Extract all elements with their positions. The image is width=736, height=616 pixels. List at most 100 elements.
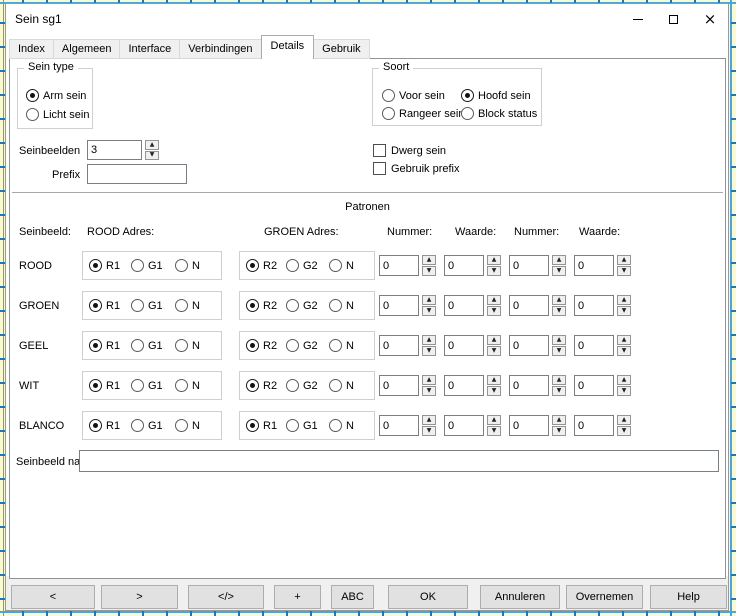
radio-groen-rood-n[interactable]: N (175, 299, 200, 312)
radio-blanco-rood-r1[interactable]: R1 (89, 419, 120, 432)
spinner-blanco-3-input[interactable] (574, 415, 614, 436)
spinner-up-icon[interactable]: ▲ (422, 255, 436, 265)
spinner-up-icon[interactable]: ▲ (552, 375, 566, 385)
next-button[interactable]: > (101, 585, 178, 609)
radio-geel-groen-r2[interactable]: R2 (246, 339, 277, 352)
spinner-blanco-2-input[interactable] (509, 415, 549, 436)
abc-button[interactable]: ABC (331, 585, 374, 609)
spinner-down-icon[interactable]: ▼ (552, 346, 566, 356)
radio-rood-groen-n[interactable]: N (329, 259, 354, 272)
spinner-down-icon[interactable]: ▼ (422, 426, 436, 436)
checkbox-dwerg-sein[interactable]: Dwerg sein (373, 144, 446, 157)
radio-blanco-rood-n[interactable]: N (175, 419, 200, 432)
tab-interface[interactable]: Interface (119, 39, 180, 59)
overnemen-button[interactable]: Overnemen (566, 585, 643, 609)
spinner-geel-0-input[interactable] (379, 335, 419, 356)
spinner-blanco-0-input[interactable] (379, 415, 419, 436)
spinner-down-icon[interactable]: ▼ (617, 266, 631, 276)
spinner-down-icon[interactable]: ▼ (552, 306, 566, 316)
tab-gebruik[interactable]: Gebruik (313, 39, 370, 59)
tab-algemeen[interactable]: Algemeen (53, 39, 121, 59)
radio-rood-groen-r2[interactable]: R2 (246, 259, 277, 272)
spinner-groen-3-input[interactable] (574, 295, 614, 316)
spinner-up-icon[interactable]: ▲ (617, 255, 631, 265)
spinner-down-icon[interactable]: ▼ (487, 346, 501, 356)
spinner-down-icon[interactable]: ▼ (422, 346, 436, 356)
spinner-down-icon[interactable]: ▼ (145, 151, 159, 161)
tab-verbindingen[interactable]: Verbindingen (179, 39, 261, 59)
spinner-up-icon[interactable]: ▲ (552, 295, 566, 305)
checkbox-gebruik-prefix[interactable]: Gebruik prefix (373, 162, 459, 175)
spinner-rood-1-input[interactable] (444, 255, 484, 276)
radio-groen-rood-r1[interactable]: R1 (89, 299, 120, 312)
spinner-down-icon[interactable]: ▼ (487, 426, 501, 436)
spinner-wit-0-input[interactable] (379, 375, 419, 396)
spinner-up-icon[interactable]: ▲ (552, 415, 566, 425)
prefix-input[interactable] (87, 164, 187, 184)
radio-arm-sein[interactable]: Arm sein (26, 89, 86, 102)
add-button[interactable]: + (274, 585, 321, 609)
spinner-rood-3-input[interactable] (574, 255, 614, 276)
spinner-down-icon[interactable]: ▼ (422, 386, 436, 396)
radio-licht-sein[interactable]: Licht sein (26, 108, 89, 121)
spinner-up-icon[interactable]: ▲ (145, 140, 159, 150)
spinner-down-icon[interactable]: ▼ (422, 306, 436, 316)
prev-button[interactable]: < (11, 585, 95, 609)
spinner-up-icon[interactable]: ▲ (487, 295, 501, 305)
radio-groen-groen-g2[interactable]: G2 (286, 299, 318, 312)
radio-wit-rood-r1[interactable]: R1 (89, 379, 120, 392)
spinner-groen-1-input[interactable] (444, 295, 484, 316)
spinner-wit-3-input[interactable] (574, 375, 614, 396)
spinner-geel-1-input[interactable] (444, 335, 484, 356)
spinner-up-icon[interactable]: ▲ (617, 335, 631, 345)
spinner-down-icon[interactable]: ▼ (552, 426, 566, 436)
spinner-down-icon[interactable]: ▼ (617, 426, 631, 436)
spinner-up-icon[interactable]: ▲ (487, 335, 501, 345)
spinner-down-icon[interactable]: ▼ (487, 306, 501, 316)
close-button[interactable]: × (698, 9, 722, 29)
radio-blanco-groen-r1[interactable]: R1 (246, 419, 277, 432)
radio-blanco-rood-g1[interactable]: G1 (131, 419, 163, 432)
spinner-up-icon[interactable]: ▲ (617, 375, 631, 385)
radio-wit-rood-g1[interactable]: G1 (131, 379, 163, 392)
radio-geel-groen-g2[interactable]: G2 (286, 339, 318, 352)
spinner-up-icon[interactable]: ▲ (422, 295, 436, 305)
spinner-rood-2-input[interactable] (509, 255, 549, 276)
spinner-up-icon[interactable]: ▲ (422, 375, 436, 385)
radio-wit-groen-n[interactable]: N (329, 379, 354, 392)
maximize-button[interactable] (661, 9, 685, 29)
radio-rood-groen-g2[interactable]: G2 (286, 259, 318, 272)
spinner-up-icon[interactable]: ▲ (487, 375, 501, 385)
radio-blanco-groen-n[interactable]: N (329, 419, 354, 432)
spinner-up-icon[interactable]: ▲ (552, 335, 566, 345)
spinner-wit-1-input[interactable] (444, 375, 484, 396)
radio-block-status[interactable]: Block status (461, 107, 537, 120)
radio-geel-rood-r1[interactable]: R1 (89, 339, 120, 352)
spinner-down-icon[interactable]: ▼ (487, 386, 501, 396)
spinner-up-icon[interactable]: ▲ (422, 415, 436, 425)
annuleren-button[interactable]: Annuleren (480, 585, 560, 609)
radio-wit-rood-n[interactable]: N (175, 379, 200, 392)
radio-wit-groen-g2[interactable]: G2 (286, 379, 318, 392)
radio-voor-sein[interactable]: Voor sein (382, 89, 445, 102)
spinner-up-icon[interactable]: ▲ (422, 335, 436, 345)
spinner-groen-0-input[interactable] (379, 295, 419, 316)
radio-rood-rood-r1[interactable]: R1 (89, 259, 120, 272)
spinner-down-icon[interactable]: ▼ (552, 386, 566, 396)
spinner-wit-2-input[interactable] (509, 375, 549, 396)
spinner-down-icon[interactable]: ▼ (617, 346, 631, 356)
spinner-up-icon[interactable]: ▲ (487, 255, 501, 265)
radio-geel-groen-n[interactable]: N (329, 339, 354, 352)
spinner-down-icon[interactable]: ▼ (552, 266, 566, 276)
tab-index[interactable]: Index (9, 39, 54, 59)
radio-groen-rood-g1[interactable]: G1 (131, 299, 163, 312)
radio-rangeer-sein[interactable]: Rangeer sein (382, 107, 464, 120)
spinner-down-icon[interactable]: ▼ (487, 266, 501, 276)
spinner-down-icon[interactable]: ▼ (617, 386, 631, 396)
spinner-down-icon[interactable]: ▼ (617, 306, 631, 316)
spinner-rood-0-input[interactable] (379, 255, 419, 276)
ok-button[interactable]: OK (388, 585, 468, 609)
spinner-up-icon[interactable]: ▲ (552, 255, 566, 265)
seinbeelden-spinner-input[interactable] (87, 140, 142, 160)
radio-wit-groen-r2[interactable]: R2 (246, 379, 277, 392)
